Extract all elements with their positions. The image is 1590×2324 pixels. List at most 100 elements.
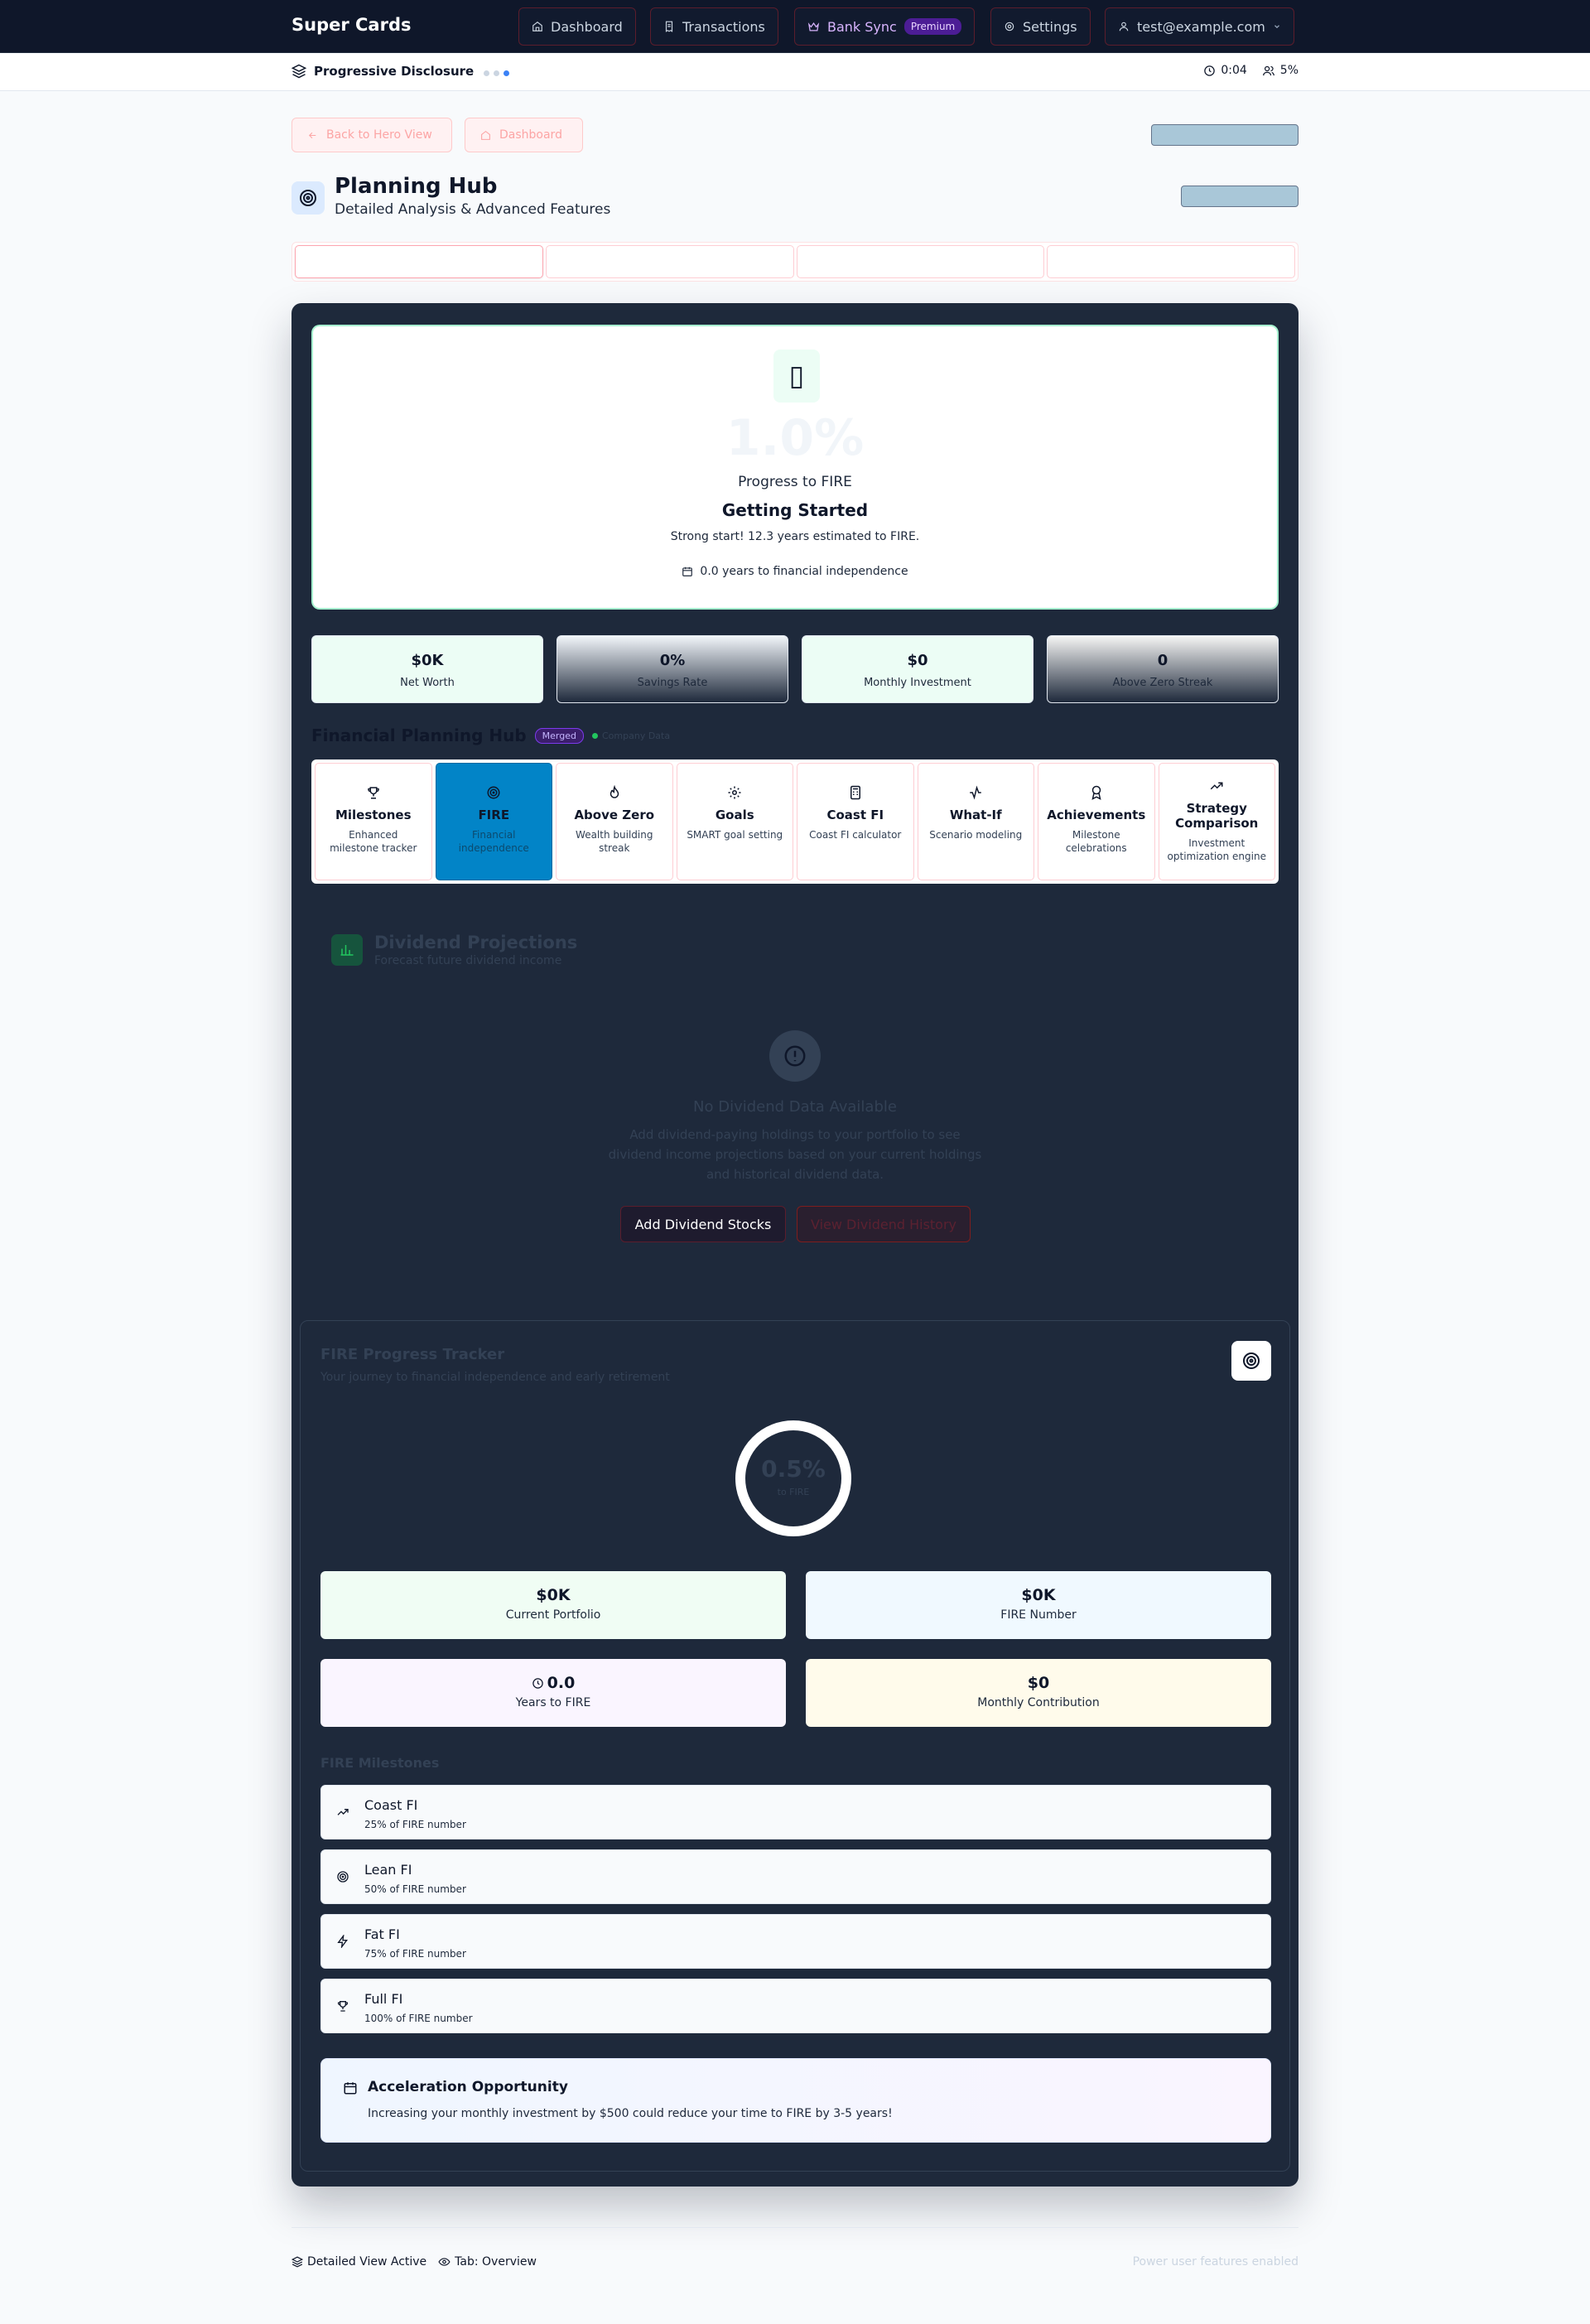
dividend-subtitle: Forecast future dividend income bbox=[374, 954, 562, 967]
home-icon bbox=[480, 130, 491, 141]
card-what-if[interactable]: What-If Scenario modeling bbox=[917, 763, 1034, 880]
hub-action-button[interactable] bbox=[1181, 186, 1298, 207]
back-to-hero-button[interactable]: Back to Hero View bbox=[292, 118, 452, 152]
disclosure-title: Progressive Disclosure bbox=[292, 64, 474, 79]
clock-icon bbox=[532, 1677, 544, 1690]
stat-label: Monthly Investment bbox=[864, 677, 971, 689]
card-name: Milestones bbox=[335, 808, 412, 822]
card-desc: Milestone celebrations bbox=[1065, 829, 1127, 854]
milestone-desc: 75% of FIRE number bbox=[364, 1948, 466, 1960]
fire-stat-fire-number: $0K FIRE Number bbox=[806, 1571, 1271, 1639]
stat-value: 0 bbox=[1157, 652, 1168, 669]
fire-progress-label: to FIRE bbox=[777, 1487, 810, 1497]
card-coast-fi[interactable]: Coast FI Coast FI calculator bbox=[797, 763, 914, 880]
card-name: Strategy Comparison bbox=[1175, 801, 1259, 831]
dividend-header: Dividend Projections Forecast future div… bbox=[331, 933, 577, 967]
card-above-zero[interactable]: Above Zero Wealth building streak bbox=[556, 763, 673, 880]
add-dividend-stocks-button[interactable]: Add Dividend Stocks bbox=[620, 1206, 786, 1242]
fire-stat-years-to-fire: 0.0 Years to FIRE bbox=[320, 1659, 786, 1727]
fire-stat-label: Current Portfolio bbox=[505, 1608, 601, 1622]
gear-icon bbox=[1004, 21, 1015, 32]
fire-stat-label: Years to FIRE bbox=[515, 1696, 591, 1709]
tab-bar bbox=[292, 242, 1298, 282]
milestone-lean-fi: Lean FI 50% of FIRE number bbox=[320, 1849, 1271, 1904]
card-fire[interactable]: FIRE Financial independence bbox=[435, 763, 552, 880]
fire-stat-current-portfolio: $0K Current Portfolio bbox=[320, 1571, 786, 1639]
brand-logo[interactable]: Super Cards bbox=[292, 15, 412, 35]
view-dividend-history-button[interactable]: View Dividend History bbox=[797, 1206, 971, 1242]
stat-savings-rate: 0% Savings Rate bbox=[556, 635, 788, 703]
dashboard-button[interactable]: Dashboard bbox=[465, 118, 583, 152]
activity-icon bbox=[918, 785, 1034, 802]
eye-icon bbox=[438, 2256, 450, 2268]
milestone-fat-fi: Fat FI 75% of FIRE number bbox=[320, 1914, 1271, 1969]
card-desc: Wealth building streak bbox=[576, 829, 653, 854]
card-achievements[interactable]: Achievements Milestone celebrations bbox=[1038, 763, 1155, 880]
tab-2[interactable] bbox=[545, 245, 794, 278]
fire-stat-value: 0.0 bbox=[547, 1674, 576, 1692]
fire-stat-value: $0K bbox=[536, 1586, 571, 1604]
card-name: What-If bbox=[949, 808, 1002, 822]
acceleration-desc: Increasing your monthly investment by $5… bbox=[368, 2107, 893, 2120]
alert-circle-icon bbox=[769, 1030, 821, 1082]
card-desc: Investment optimization engine bbox=[1167, 837, 1266, 862]
user-icon bbox=[1118, 21, 1130, 32]
fire-stat-label: FIRE Number bbox=[1000, 1608, 1077, 1622]
zap-icon bbox=[336, 1935, 349, 1948]
level-indicator bbox=[484, 70, 509, 76]
card-milestones[interactable]: Milestones Enhanced milestone tracker bbox=[315, 763, 432, 880]
fire-stat-label: Monthly Contribution bbox=[977, 1696, 1100, 1709]
hero-years: 0.0 years to financial independence bbox=[313, 565, 1277, 578]
users-icon bbox=[1262, 65, 1275, 77]
fire-tracker-title: FIRE Progress Tracker bbox=[320, 1346, 505, 1363]
trending-up-icon bbox=[336, 1806, 349, 1819]
nav-bank-sync-button[interactable]: Bank Sync Premium bbox=[794, 7, 976, 46]
nav-settings-label: Settings bbox=[1023, 18, 1077, 35]
premium-badge: Premium bbox=[903, 18, 962, 35]
fire-stat-value: $0 bbox=[1027, 1674, 1050, 1692]
footer-power-user: Power user features enabled bbox=[1132, 2255, 1298, 2269]
progress-percent: 5% bbox=[1279, 64, 1298, 77]
card-strategy-comparison[interactable]: Strategy Comparison Investment optimizat… bbox=[1158, 763, 1275, 880]
card-desc: Scenario modeling bbox=[929, 829, 1023, 841]
stat-label: Above Zero Streak bbox=[1112, 677, 1213, 689]
trophy-icon bbox=[336, 1999, 349, 2013]
milestone-name: Lean FI bbox=[364, 1862, 412, 1878]
dividend-empty-desc: Add dividend-paying holdings to your por… bbox=[608, 1127, 982, 1182]
merged-badge: Merged bbox=[534, 727, 584, 744]
stat-value: $0K bbox=[411, 652, 444, 669]
nav-transactions-button[interactable]: Transactions bbox=[650, 7, 778, 46]
nav-dashboard-button[interactable]: Dashboard bbox=[518, 7, 636, 46]
planning-hub-header: Financial Planning Hub Merged Company Da… bbox=[311, 726, 670, 745]
tab-4[interactable] bbox=[1047, 245, 1295, 278]
top-nav: Super Cards Dashboard Transactions Bank … bbox=[0, 0, 1590, 53]
crown-icon bbox=[807, 21, 820, 33]
milestone-name: Coast FI bbox=[364, 1797, 418, 1813]
fire-tracker-subtitle: Your journey to financial independence a… bbox=[320, 1371, 670, 1384]
header-action-button[interactable] bbox=[1151, 124, 1298, 146]
milestone-name: Full FI bbox=[364, 1991, 403, 2007]
tab-3[interactable] bbox=[796, 245, 1045, 278]
card-name: Above Zero bbox=[574, 808, 655, 822]
user-menu-button[interactable]: test@example.com bbox=[1105, 7, 1294, 46]
nav-bank-sync-label: Bank Sync bbox=[827, 18, 897, 35]
clock-icon bbox=[1203, 65, 1216, 77]
hero-status: Getting Started bbox=[721, 500, 869, 520]
trending-up-icon bbox=[1159, 779, 1275, 795]
page-title: Planning Hub bbox=[335, 174, 498, 199]
card-name: Goals bbox=[715, 808, 754, 822]
milestone-name: Fat FI bbox=[364, 1926, 400, 1942]
card-goals[interactable]: Goals SMART goal setting bbox=[676, 763, 793, 880]
fire-progress-ring: 0.5% to FIRE bbox=[735, 1420, 851, 1536]
nav-settings-button[interactable]: Settings bbox=[990, 7, 1091, 46]
dashboard-label: Dashboard bbox=[499, 128, 562, 142]
calendar-icon bbox=[343, 2081, 358, 2095]
target-icon[interactable] bbox=[1231, 1341, 1271, 1381]
card-desc: Enhanced milestone tracker bbox=[330, 829, 417, 854]
back-to-hero-label: Back to Hero View bbox=[326, 128, 432, 142]
footer-tab-label: Tab: Overview bbox=[455, 2255, 537, 2269]
planning-hub-title: Financial Planning Hub bbox=[311, 726, 527, 745]
milestone-desc: 50% of FIRE number bbox=[364, 1883, 466, 1895]
tab-overview[interactable] bbox=[295, 245, 543, 278]
card-name: Achievements bbox=[1047, 808, 1146, 822]
